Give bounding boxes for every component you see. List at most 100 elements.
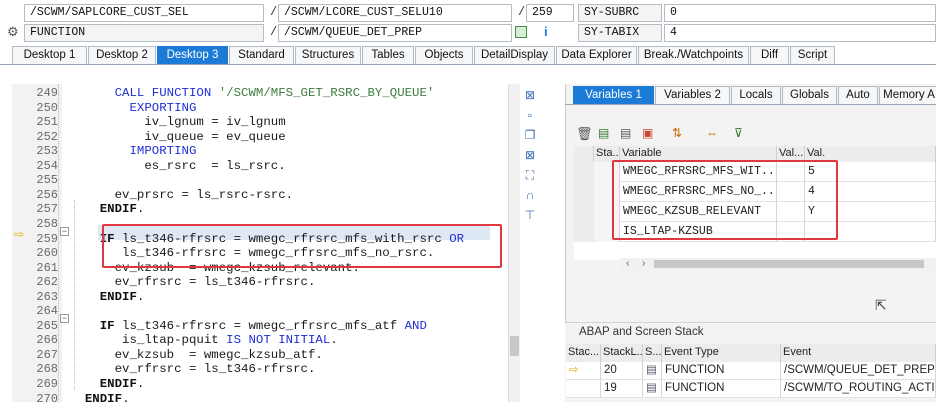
tab-auto[interactable]: Auto [838, 86, 878, 104]
trash-icon[interactable]: 🗑 [576, 126, 593, 142]
grid-icon[interactable]: ⊠ [523, 88, 537, 102]
col-value-type[interactable]: Val... [777, 146, 805, 162]
grid-hscrollbar[interactable]: ‹ › [620, 258, 936, 270]
var-value-cell[interactable]: 5 [805, 162, 936, 182]
sysvar2-value-field[interactable]: 4 [664, 24, 936, 42]
scroll-right-icon[interactable]: › [642, 258, 645, 269]
code-line[interactable]: ENDIF. [70, 202, 145, 217]
fold-toggle-icon[interactable]: − [60, 227, 69, 236]
line-number: 257 [36, 202, 58, 217]
headset-icon[interactable]: ∩ [523, 188, 537, 202]
filter-icon[interactable]: ⊽ [734, 126, 743, 140]
line-number: 269 [36, 377, 58, 391]
tab-variables-2[interactable]: Variables 2 [655, 86, 730, 104]
code-line[interactable]: IF ls_t346-rfrsrc = wmegc_rfrsrc_mfs_wit… [70, 232, 464, 247]
tab-locals[interactable]: Locals [731, 86, 781, 104]
tab-structures[interactable]: Structures [295, 46, 361, 64]
code-line[interactable]: IMPORTING [70, 144, 197, 159]
separator-slash: / [270, 5, 278, 19]
var-value-cell[interactable]: 4 [805, 182, 936, 202]
divider [565, 104, 936, 105]
sysvar-value-field[interactable]: 0 [664, 4, 936, 22]
scrollbar-thumb[interactable] [654, 260, 924, 268]
tab-tables[interactable]: Tables [362, 46, 414, 64]
code-scrollbar[interactable] [508, 84, 520, 402]
code-line[interactable]: ev_rfrsrc = ls_t346-rfrsrc. [70, 275, 316, 290]
object-name-field[interactable]: /SCWM/QUEUE_DET_PREP [278, 24, 512, 42]
col-stack-level[interactable]: StackL... [601, 344, 643, 362]
line-number: 262 [36, 275, 58, 290]
tab-variables-1[interactable]: Variables 1 [573, 86, 654, 104]
code-line[interactable]: EXPORTING [70, 101, 197, 116]
var-name-cell[interactable]: IS_LTAP-KZSUB [620, 222, 777, 242]
col-status[interactable]: Sta... [594, 146, 620, 162]
tab-memory[interactable]: Memory A [879, 86, 936, 104]
code-line[interactable]: ev_kzsub = wmegc_kzsub_relevant. [70, 261, 360, 276]
code-line[interactable]: ENDIF. [70, 290, 145, 305]
col-stack[interactable]: Stac... [566, 344, 601, 362]
tab-detaildisplay[interactable]: DetailDisplay [474, 46, 555, 64]
col-s[interactable]: S... [643, 344, 662, 362]
tab-desktop-3[interactable]: Desktop 3 [157, 46, 228, 64]
sort-icon[interactable]: ⇅ [672, 126, 682, 140]
line-number: 267 [36, 347, 58, 362]
code-line[interactable]: ls_t346-rfrsrc = wmegc_rfrsrc_mfs_no_rsr… [70, 246, 434, 261]
tab-desktop-2[interactable]: Desktop 2 [88, 46, 156, 64]
line-number: 266 [36, 333, 58, 348]
code-line[interactable]: CALL FUNCTION '/SCWM/MFS_GET_RSRC_BY_QUE… [70, 86, 435, 101]
tab-break-watchpoints[interactable]: Break./Watchpoints [638, 46, 749, 64]
var-name-cell[interactable]: WMEGC_RFRSRC_MFS_NO_... [620, 182, 777, 202]
sysvar2-name-field[interactable]: SY-TABIX [578, 24, 662, 42]
line-number: 253 [36, 144, 58, 159]
tab-objects[interactable]: Objects [415, 46, 473, 64]
col-value[interactable]: Val. [805, 146, 936, 162]
scroll-left-icon[interactable]: ‹ [626, 258, 629, 269]
separator-slash: / [518, 5, 526, 19]
close-box-icon[interactable]: ⊠ [523, 148, 537, 162]
tab-desktop-1[interactable]: Desktop 1 [12, 46, 87, 64]
code-line[interactable]: IF ls_t346-rfrsrc = wmegc_rfrsrc_mfs_atf… [70, 319, 427, 334]
col-event[interactable]: Event [781, 344, 936, 362]
code-line[interactable]: iv_queue = ev_queue [70, 130, 285, 145]
include-field[interactable]: /SCWM/LCORE_CUST_SELU10 [278, 4, 512, 22]
code-line[interactable]: ENDIF. [70, 377, 145, 392]
info-icon[interactable]: i [544, 24, 556, 39]
open-icon[interactable] [515, 26, 527, 38]
document-icon[interactable]: ▫ [523, 108, 537, 122]
object-type-field[interactable]: FUNCTION [24, 24, 264, 42]
tab-standard[interactable]: Standard [229, 46, 294, 64]
tab-globals[interactable]: Globals [782, 86, 837, 104]
var-name-cell[interactable]: WMEGC_RFRSRC_MFS_WIT... [620, 162, 777, 182]
var-value-cell[interactable]: Y [805, 202, 936, 222]
var-name-cell[interactable]: WMEGC_KZSUB_RELEVANT [620, 202, 777, 222]
insert-icon[interactable]: ▤ [598, 126, 609, 140]
edit-icon[interactable]: ▤ [620, 126, 631, 140]
code-line[interactable]: ev_prsrc = ls_rsrc-rsrc. [70, 188, 293, 203]
code-line[interactable]: is_ltap-pquit IS NOT INITIAL. [70, 333, 338, 348]
code-line[interactable]: ev_rfrsrc = ls_t346-rfrsrc. [70, 362, 316, 377]
code-line[interactable]: es_rsrc = ls_rsrc. [70, 159, 285, 174]
col-event-type[interactable]: Event Type [662, 344, 781, 362]
tab-diff[interactable]: Diff [750, 46, 789, 64]
line-number-field[interactable]: 259 [526, 4, 574, 22]
move-icon[interactable]: ⇔ [706, 126, 718, 140]
code-line[interactable]: ev_kzsub = wmegc_kzsub_atf. [70, 348, 323, 363]
tab-data-explorer[interactable]: Data Explorer [556, 46, 637, 64]
tool-icon[interactable]: ⊤ [523, 208, 537, 222]
tab-script[interactable]: Script [790, 46, 835, 64]
separator-slash: / [270, 25, 278, 39]
code-line[interactable]: ENDIF. [70, 392, 130, 406]
status-column [594, 162, 620, 242]
event-cell[interactable]: /SCWM/TO_ROUTING_ACTIVAT... [781, 380, 936, 398]
scrollbar-thumb[interactable] [510, 336, 519, 356]
expand-icon[interactable]: ⛶ [523, 168, 537, 182]
copy-icon[interactable]: ❐ [523, 128, 537, 142]
col-variable[interactable]: Variable [620, 146, 777, 162]
program-field[interactable]: /SCWM/SAPLCORE_CUST_SEL [24, 4, 264, 22]
sysvar-name-field[interactable]: SY-SUBRC [578, 4, 662, 22]
delete-row-icon[interactable]: ▣ [642, 126, 653, 140]
var-value-cell[interactable] [805, 222, 936, 242]
event-cell[interactable]: /SCWM/QUEUE_DET_PREP [781, 362, 936, 380]
fold-toggle-icon[interactable]: − [60, 314, 69, 323]
code-line[interactable]: iv_lgnum = iv_lgnum [70, 115, 285, 130]
